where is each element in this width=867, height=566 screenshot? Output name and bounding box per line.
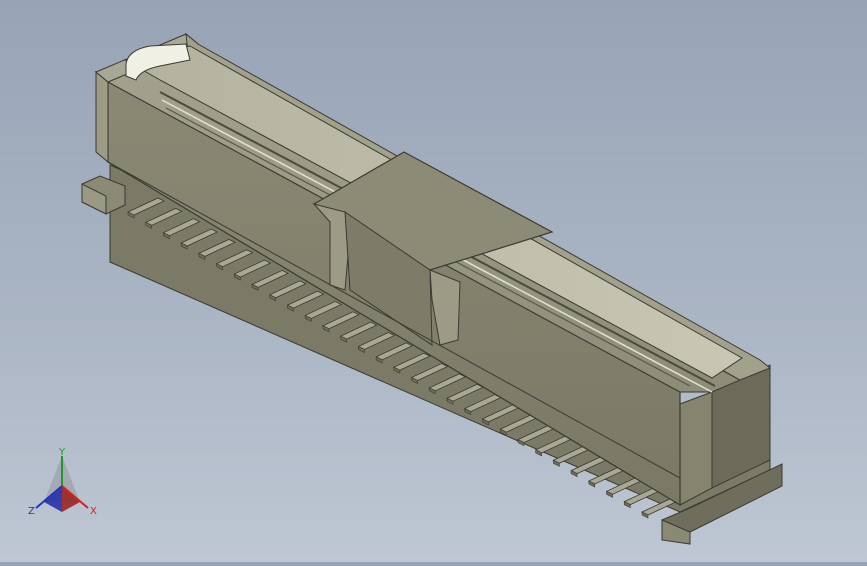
connector-model[interactable] [0,0,867,562]
triad-z-label: Z [28,506,35,517]
triad-x-label: X [90,506,97,517]
right-end-front [679,391,713,506]
left-end-wall [95,70,109,164]
triad-y-label: Y [58,447,66,458]
axis-triad: Y X Z [28,447,97,517]
3d-viewport[interactable]: Y X Z [0,0,867,562]
